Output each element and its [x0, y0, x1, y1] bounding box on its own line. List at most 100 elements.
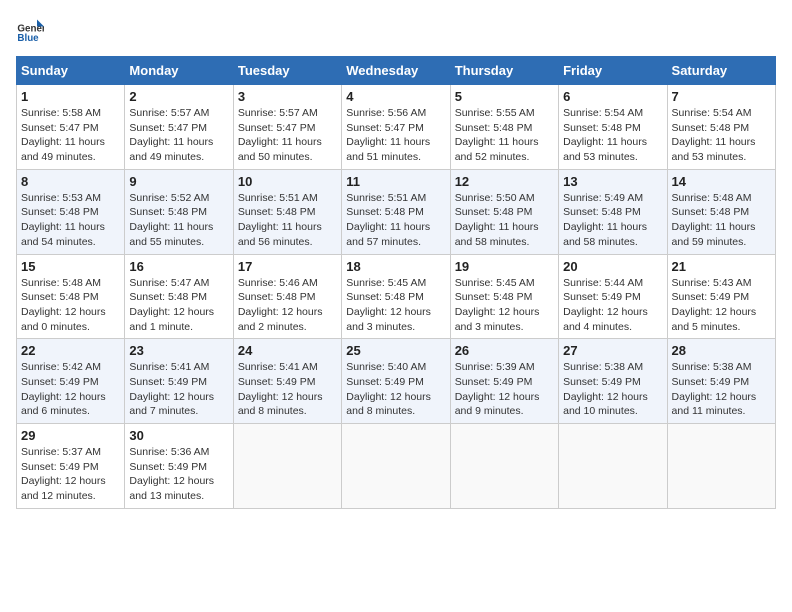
calendar-cell [233, 424, 341, 509]
day-info: Sunrise: 5:56 AMSunset: 5:47 PMDaylight:… [346, 107, 430, 163]
day-of-week-header: Friday [559, 57, 667, 85]
calendar-cell: 23 Sunrise: 5:41 AMSunset: 5:49 PMDaylig… [125, 339, 233, 424]
day-info: Sunrise: 5:51 AMSunset: 5:48 PMDaylight:… [346, 192, 430, 248]
calendar-cell: 14 Sunrise: 5:48 AMSunset: 5:48 PMDaylig… [667, 169, 775, 254]
day-number: 11 [346, 174, 445, 189]
calendar-cell: 27 Sunrise: 5:38 AMSunset: 5:49 PMDaylig… [559, 339, 667, 424]
calendar-cell: 5 Sunrise: 5:55 AMSunset: 5:48 PMDayligh… [450, 85, 558, 170]
calendar-cell: 7 Sunrise: 5:54 AMSunset: 5:48 PMDayligh… [667, 85, 775, 170]
day-info: Sunrise: 5:41 AMSunset: 5:49 PMDaylight:… [238, 361, 323, 417]
day-info: Sunrise: 5:45 AMSunset: 5:48 PMDaylight:… [346, 277, 431, 333]
day-number: 17 [238, 259, 337, 274]
calendar-cell: 16 Sunrise: 5:47 AMSunset: 5:48 PMDaylig… [125, 254, 233, 339]
calendar-cell: 12 Sunrise: 5:50 AMSunset: 5:48 PMDaylig… [450, 169, 558, 254]
calendar-cell: 28 Sunrise: 5:38 AMSunset: 5:49 PMDaylig… [667, 339, 775, 424]
day-info: Sunrise: 5:55 AMSunset: 5:48 PMDaylight:… [455, 107, 539, 163]
calendar-week-row: 22 Sunrise: 5:42 AMSunset: 5:49 PMDaylig… [17, 339, 776, 424]
day-info: Sunrise: 5:50 AMSunset: 5:48 PMDaylight:… [455, 192, 539, 248]
calendar-cell: 22 Sunrise: 5:42 AMSunset: 5:49 PMDaylig… [17, 339, 125, 424]
day-number: 12 [455, 174, 554, 189]
calendar-cell: 20 Sunrise: 5:44 AMSunset: 5:49 PMDaylig… [559, 254, 667, 339]
calendar-cell: 15 Sunrise: 5:48 AMSunset: 5:48 PMDaylig… [17, 254, 125, 339]
calendar-cell: 26 Sunrise: 5:39 AMSunset: 5:49 PMDaylig… [450, 339, 558, 424]
day-info: Sunrise: 5:42 AMSunset: 5:49 PMDaylight:… [21, 361, 106, 417]
day-info: Sunrise: 5:36 AMSunset: 5:49 PMDaylight:… [129, 446, 214, 502]
day-number: 20 [563, 259, 662, 274]
day-number: 28 [672, 343, 771, 358]
calendar-cell: 25 Sunrise: 5:40 AMSunset: 5:49 PMDaylig… [342, 339, 450, 424]
day-number: 8 [21, 174, 120, 189]
calendar-week-row: 8 Sunrise: 5:53 AMSunset: 5:48 PMDayligh… [17, 169, 776, 254]
day-number: 7 [672, 89, 771, 104]
day-number: 25 [346, 343, 445, 358]
calendar-week-row: 1 Sunrise: 5:58 AMSunset: 5:47 PMDayligh… [17, 85, 776, 170]
calendar-cell: 10 Sunrise: 5:51 AMSunset: 5:48 PMDaylig… [233, 169, 341, 254]
day-number: 26 [455, 343, 554, 358]
day-info: Sunrise: 5:40 AMSunset: 5:49 PMDaylight:… [346, 361, 431, 417]
logo: General Blue [16, 16, 44, 44]
day-number: 18 [346, 259, 445, 274]
calendar-cell: 30 Sunrise: 5:36 AMSunset: 5:49 PMDaylig… [125, 424, 233, 509]
day-of-week-header: Wednesday [342, 57, 450, 85]
calendar-cell: 3 Sunrise: 5:57 AMSunset: 5:47 PMDayligh… [233, 85, 341, 170]
day-info: Sunrise: 5:57 AMSunset: 5:47 PMDaylight:… [238, 107, 322, 163]
day-number: 22 [21, 343, 120, 358]
day-number: 6 [563, 89, 662, 104]
calendar-cell [667, 424, 775, 509]
day-info: Sunrise: 5:48 AMSunset: 5:48 PMDaylight:… [672, 192, 756, 248]
calendar-cell: 18 Sunrise: 5:45 AMSunset: 5:48 PMDaylig… [342, 254, 450, 339]
day-of-week-header: Tuesday [233, 57, 341, 85]
day-number: 15 [21, 259, 120, 274]
calendar-cell: 11 Sunrise: 5:51 AMSunset: 5:48 PMDaylig… [342, 169, 450, 254]
day-of-week-header: Saturday [667, 57, 775, 85]
calendar-cell: 8 Sunrise: 5:53 AMSunset: 5:48 PMDayligh… [17, 169, 125, 254]
day-number: 27 [563, 343, 662, 358]
day-number: 29 [21, 428, 120, 443]
calendar-week-row: 15 Sunrise: 5:48 AMSunset: 5:48 PMDaylig… [17, 254, 776, 339]
day-info: Sunrise: 5:43 AMSunset: 5:49 PMDaylight:… [672, 277, 757, 333]
svg-text:Blue: Blue [17, 33, 39, 44]
day-number: 14 [672, 174, 771, 189]
day-number: 30 [129, 428, 228, 443]
day-info: Sunrise: 5:57 AMSunset: 5:47 PMDaylight:… [129, 107, 213, 163]
day-info: Sunrise: 5:58 AMSunset: 5:47 PMDaylight:… [21, 107, 105, 163]
day-info: Sunrise: 5:47 AMSunset: 5:48 PMDaylight:… [129, 277, 214, 333]
calendar-cell: 13 Sunrise: 5:49 AMSunset: 5:48 PMDaylig… [559, 169, 667, 254]
calendar-week-row: 29 Sunrise: 5:37 AMSunset: 5:49 PMDaylig… [17, 424, 776, 509]
day-info: Sunrise: 5:45 AMSunset: 5:48 PMDaylight:… [455, 277, 540, 333]
calendar-table: SundayMondayTuesdayWednesdayThursdayFrid… [16, 56, 776, 509]
day-number: 2 [129, 89, 228, 104]
calendar-cell: 2 Sunrise: 5:57 AMSunset: 5:47 PMDayligh… [125, 85, 233, 170]
day-info: Sunrise: 5:41 AMSunset: 5:49 PMDaylight:… [129, 361, 214, 417]
day-info: Sunrise: 5:37 AMSunset: 5:49 PMDaylight:… [21, 446, 106, 502]
day-number: 4 [346, 89, 445, 104]
calendar-cell [450, 424, 558, 509]
day-number: 5 [455, 89, 554, 104]
day-info: Sunrise: 5:44 AMSunset: 5:49 PMDaylight:… [563, 277, 648, 333]
day-info: Sunrise: 5:39 AMSunset: 5:49 PMDaylight:… [455, 361, 540, 417]
calendar-cell: 29 Sunrise: 5:37 AMSunset: 5:49 PMDaylig… [17, 424, 125, 509]
day-of-week-header: Thursday [450, 57, 558, 85]
calendar-cell: 6 Sunrise: 5:54 AMSunset: 5:48 PMDayligh… [559, 85, 667, 170]
day-number: 16 [129, 259, 228, 274]
day-info: Sunrise: 5:49 AMSunset: 5:48 PMDaylight:… [563, 192, 647, 248]
day-number: 3 [238, 89, 337, 104]
day-number: 21 [672, 259, 771, 274]
day-of-week-header: Monday [125, 57, 233, 85]
calendar-cell: 19 Sunrise: 5:45 AMSunset: 5:48 PMDaylig… [450, 254, 558, 339]
day-of-week-header: Sunday [17, 57, 125, 85]
calendar-cell [342, 424, 450, 509]
calendar-cell: 21 Sunrise: 5:43 AMSunset: 5:49 PMDaylig… [667, 254, 775, 339]
day-info: Sunrise: 5:52 AMSunset: 5:48 PMDaylight:… [129, 192, 213, 248]
day-info: Sunrise: 5:54 AMSunset: 5:48 PMDaylight:… [672, 107, 756, 163]
day-info: Sunrise: 5:54 AMSunset: 5:48 PMDaylight:… [563, 107, 647, 163]
calendar-cell: 24 Sunrise: 5:41 AMSunset: 5:49 PMDaylig… [233, 339, 341, 424]
day-info: Sunrise: 5:48 AMSunset: 5:48 PMDaylight:… [21, 277, 106, 333]
calendar-cell [559, 424, 667, 509]
day-number: 23 [129, 343, 228, 358]
day-info: Sunrise: 5:53 AMSunset: 5:48 PMDaylight:… [21, 192, 105, 248]
page-header: General Blue [16, 16, 776, 44]
day-info: Sunrise: 5:38 AMSunset: 5:49 PMDaylight:… [563, 361, 648, 417]
day-number: 19 [455, 259, 554, 274]
day-info: Sunrise: 5:51 AMSunset: 5:48 PMDaylight:… [238, 192, 322, 248]
